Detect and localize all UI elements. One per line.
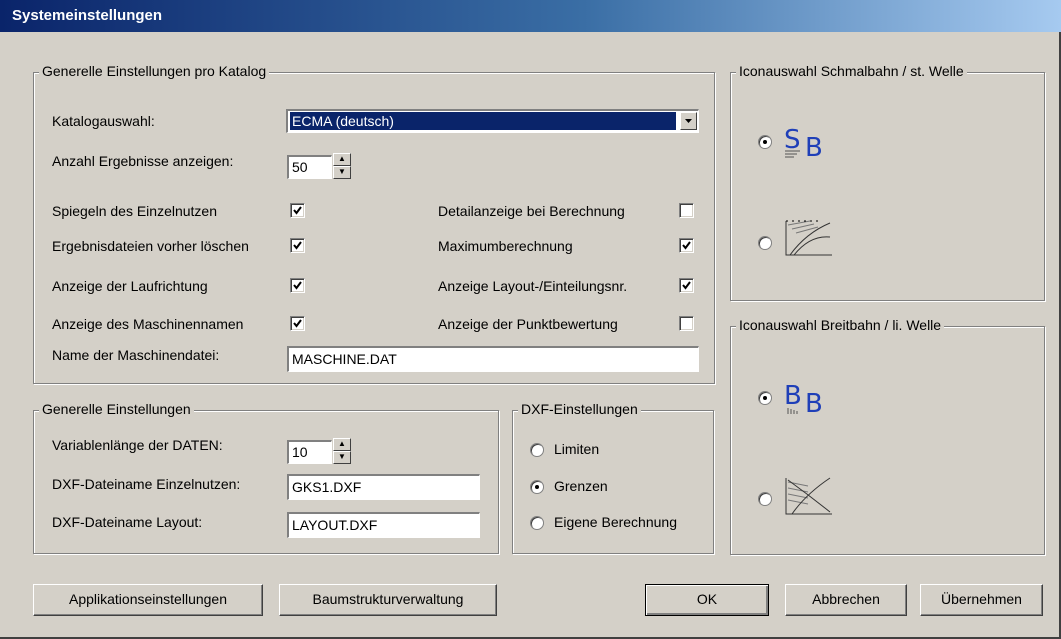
baumstrukturverwaltung-button[interactable]: Baumstrukturverwaltung (279, 584, 497, 616)
applikationseinstellungen-button[interactable]: Applikationseinstellungen (33, 584, 263, 616)
maschinendatei-label: Name der Maschinendatei: (52, 347, 220, 363)
checkbox-maschinennamen[interactable] (290, 316, 305, 331)
sb-icon[interactable]: S B (780, 122, 840, 162)
dxf-layout-input[interactable]: LAYOUT.DXF (287, 512, 480, 538)
checkbox-detailanzeige[interactable] (679, 203, 694, 218)
katalog-label: Katalogauswahl: (52, 113, 155, 129)
radio-grenzen[interactable] (530, 480, 544, 494)
svg-text:B: B (805, 133, 823, 162)
variablenlaenge-label: Variablenlänge der DATEN: (52, 437, 223, 453)
icon-breit-group: Iconauswahl Breitbahn / li. Welle (730, 317, 1045, 555)
checkbox-punktbewertung[interactable] (679, 316, 694, 331)
radio-eigene[interactable] (530, 516, 544, 530)
general-settings-legend: Generelle Einstellungen (39, 401, 194, 417)
spin-down-icon[interactable]: ▼ (333, 166, 351, 179)
dxf-einzel-label: DXF-Dateiname Einzelnutzen: (52, 476, 241, 492)
radio-label-eigene: Eigene Berechnung (554, 514, 677, 530)
radio-icon-schmal-wave[interactable] (758, 236, 772, 250)
radio-icon-schmal-sb[interactable] (758, 135, 772, 149)
wave-diagram-icon[interactable] (780, 215, 836, 263)
spin-up-icon[interactable]: ▲ (333, 438, 351, 451)
abbrechen-label: Abbrechen (812, 591, 880, 607)
wave-diagram-breit-icon[interactable] (780, 472, 836, 520)
ok-label: OK (696, 591, 718, 607)
check-label-maschinennamen: Anzeige des Maschinennamen (52, 316, 244, 332)
check-label-detailanzeige: Detailanzeige bei Berechnung (438, 203, 625, 219)
anzahl-spinner[interactable]: ▲ ▼ (333, 153, 351, 179)
radio-label-grenzen: Grenzen (554, 478, 608, 494)
radio-icon-breit-wave[interactable] (758, 492, 772, 506)
icon-schmal-legend: Iconauswahl Schmalbahn / st. Welle (736, 63, 967, 79)
variablenlaenge-input[interactable]: 10 (287, 440, 332, 464)
anzahl-input[interactable]: 50 (287, 155, 332, 179)
radio-limiten[interactable] (530, 443, 544, 457)
check-label-punktbewertung: Anzeige der Punktbewertung (438, 316, 618, 332)
abbrechen-button[interactable]: Abbrechen (785, 584, 907, 616)
spin-up-icon[interactable]: ▲ (333, 153, 351, 166)
checkbox-spiegeln[interactable] (290, 203, 305, 218)
spin-down-icon[interactable]: ▼ (333, 451, 351, 464)
dxf-einzel-input[interactable]: GKS1.DXF (287, 474, 480, 500)
icon-breit-legend: Iconauswahl Breitbahn / li. Welle (736, 317, 945, 333)
ok-button[interactable]: OK (645, 584, 769, 616)
dxf-settings-legend: DXF-Einstellungen (518, 401, 641, 417)
catalog-settings-legend: Generelle Einstellungen pro Katalog (39, 63, 270, 79)
katalog-select-value: ECMA (deutsch) (290, 112, 676, 130)
icon-schmal-group: Iconauswahl Schmalbahn / st. Welle (730, 63, 1045, 301)
radio-label-limiten: Limiten (554, 441, 600, 457)
radio-icon-breit-bb[interactable] (758, 391, 772, 405)
applikationseinstellungen-label: Applikationseinstellungen (69, 591, 227, 607)
anzahl-label: Anzahl Ergebnisse anzeigen: (52, 153, 234, 169)
title-bar: Systemeinstellungen (0, 0, 1061, 32)
uebernehmen-button[interactable]: Übernehmen (920, 584, 1043, 616)
maschinendatei-input[interactable]: MASCHINE.DAT (287, 346, 699, 372)
katalog-select[interactable]: ECMA (deutsch) (286, 109, 699, 133)
check-label-laufrichtung: Anzeige der Laufrichtung (52, 278, 208, 294)
checkbox-laufrichtung[interactable] (290, 278, 305, 293)
uebernehmen-label: Übernehmen (941, 591, 1022, 607)
window-title: Systemeinstellungen (12, 7, 163, 24)
checkbox-ergebnisdateien[interactable] (290, 238, 305, 253)
check-label-maximum: Maximumberechnung (438, 238, 573, 254)
variablenlaenge-spinner[interactable]: ▲ ▼ (333, 438, 351, 464)
chevron-down-icon[interactable] (680, 112, 697, 130)
checkbox-layoutnr[interactable] (679, 278, 694, 293)
svg-text:B: B (784, 381, 802, 411)
check-label-spiegeln: Spiegeln des Einzelnutzen (52, 203, 218, 219)
checkbox-maximum[interactable] (679, 238, 694, 253)
baumstrukturverwaltung-label: Baumstrukturverwaltung (312, 591, 464, 607)
check-label-layoutnr: Anzeige Layout-/Einteilungsnr. (438, 278, 628, 294)
dxf-layout-label: DXF-Dateiname Layout: (52, 514, 203, 530)
check-label-ergebnisdateien: Ergebnisdateien vorher löschen (52, 238, 249, 254)
bb-icon[interactable]: B B (780, 378, 840, 418)
svg-text:B: B (805, 389, 823, 418)
